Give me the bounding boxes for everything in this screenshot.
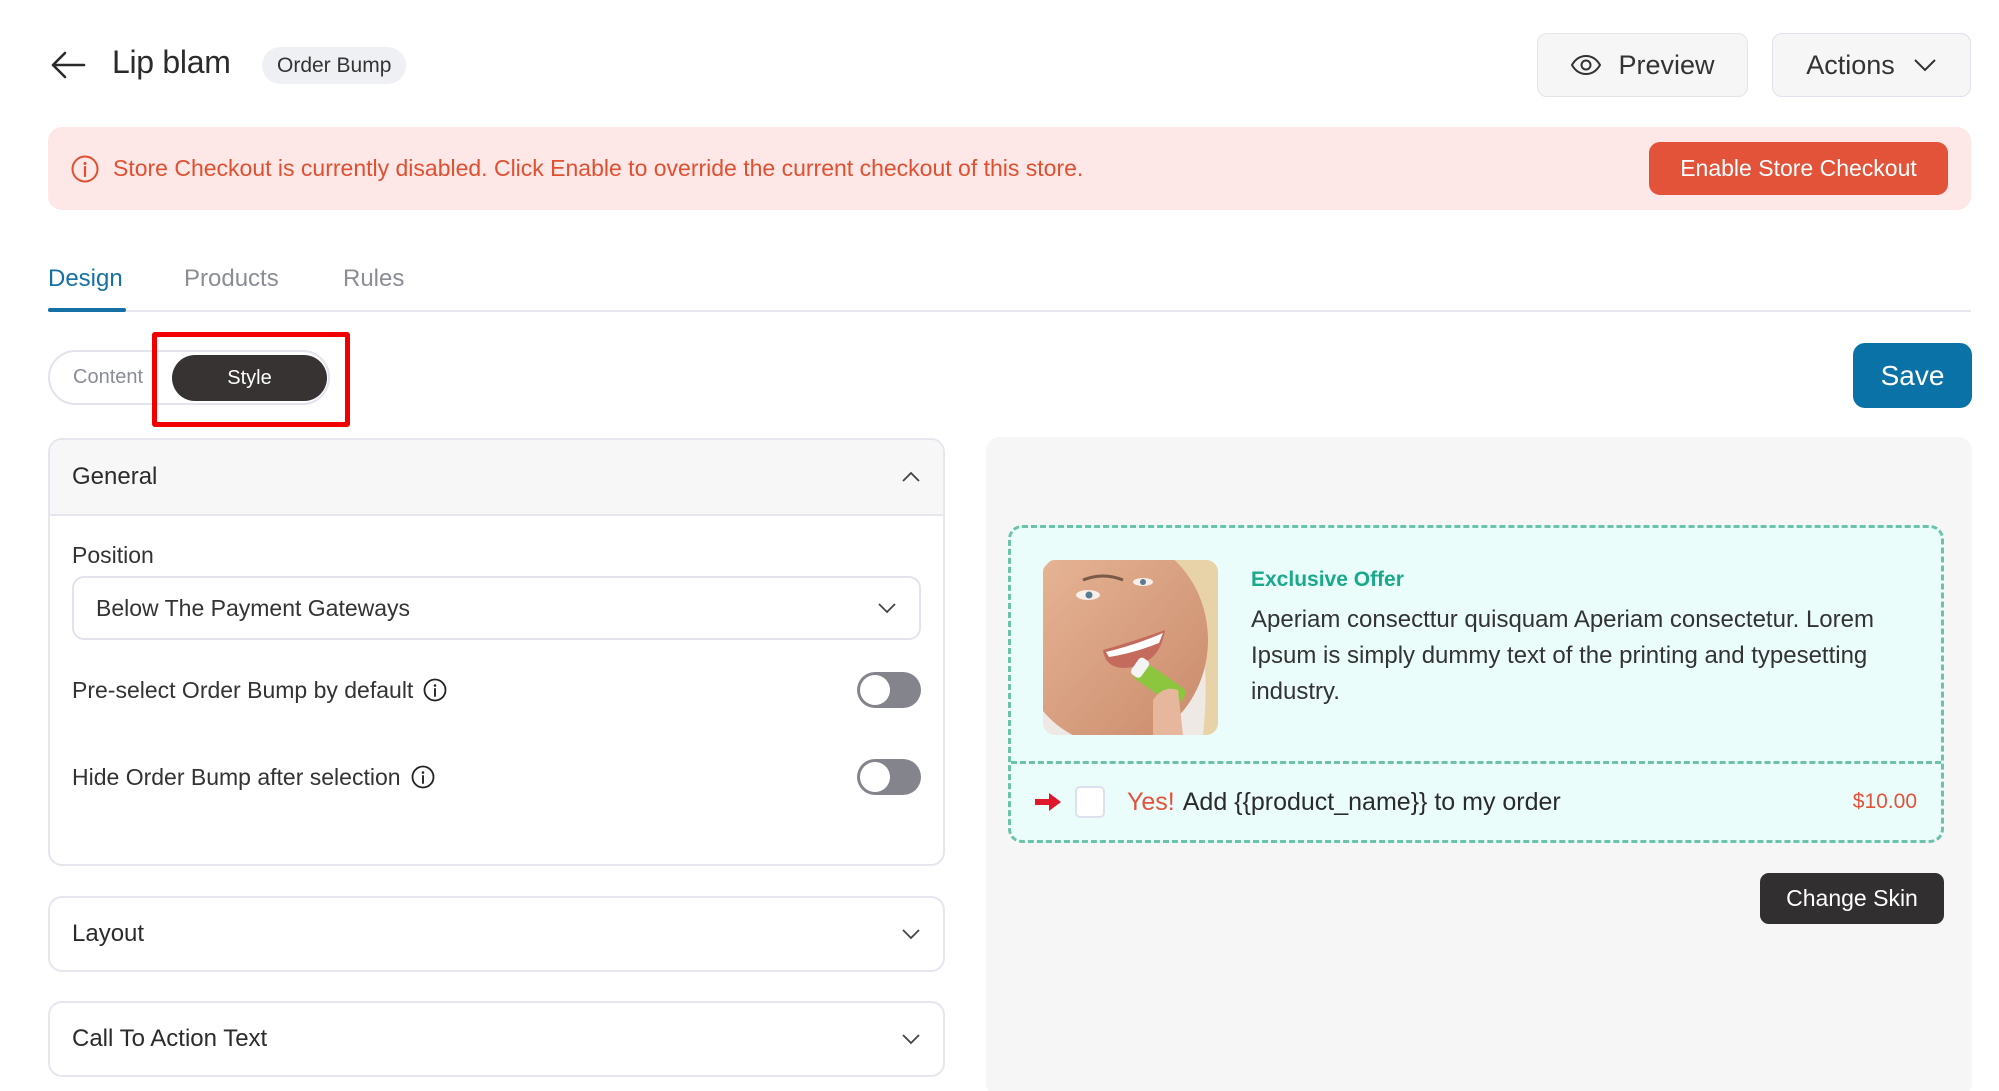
chevron-up-icon: [902, 471, 920, 482]
active-tab-indicator: [48, 308, 126, 312]
position-value: Below The Payment Gateways: [96, 594, 411, 621]
preselect-toggle[interactable]: [857, 672, 921, 708]
actions-dropdown[interactable]: Actions: [1772, 33, 1971, 97]
enable-store-checkout-button[interactable]: Enable Store Checkout: [1649, 142, 1948, 195]
offer-price: $10.00: [1852, 790, 1917, 813]
offer-title: Exclusive Offer: [1251, 568, 1404, 591]
segment-style[interactable]: Style: [172, 355, 327, 401]
preview-label: Preview: [1618, 49, 1715, 80]
actions-label: Actions: [1806, 49, 1895, 80]
preselect-label: Pre-select Order Bump by default: [72, 676, 414, 703]
layout-section: Layout: [48, 896, 945, 972]
content-style-switch: Content Style: [48, 350, 330, 405]
segment-content[interactable]: Content: [73, 366, 143, 389]
offer-divider: [1011, 761, 1941, 764]
offer-cta-row: Yes! Add {{product_name}} to my order $1…: [1035, 778, 1917, 826]
arrow-left-icon: [51, 51, 86, 79]
cta-text-section-title: Call To Action Text: [72, 1025, 268, 1052]
hide-after-selection-setting: Hide Order Bump after selection: [72, 759, 921, 795]
tab-rules[interactable]: Rules: [343, 265, 404, 293]
preselect-setting: Pre-select Order Bump by default: [72, 672, 921, 708]
product-image: [1043, 560, 1218, 735]
arrow-right-icon: [1035, 793, 1061, 811]
info-icon[interactable]: [411, 765, 435, 789]
tab-products[interactable]: Products: [184, 265, 279, 293]
chevron-down-icon: [902, 1034, 920, 1045]
general-section-title: General: [72, 463, 158, 490]
chevron-down-icon: [878, 603, 896, 614]
preview-button[interactable]: Preview: [1537, 33, 1748, 97]
cta-text: Add {{product_name}} to my order: [1182, 787, 1561, 816]
cta-yes: Yes!: [1127, 787, 1175, 816]
add-to-order-checkbox[interactable]: [1075, 786, 1105, 818]
checkout-disabled-alert: Store Checkout is currently disabled. Cl…: [48, 127, 1971, 210]
info-icon[interactable]: [423, 678, 447, 702]
order-bump-card: Exclusive Offer Aperiam consecttur quisq…: [1008, 525, 1944, 843]
general-section: General Position Below The Payment Gatew…: [48, 438, 945, 866]
hide-after-selection-label: Hide Order Bump after selection: [72, 763, 401, 790]
chevron-down-icon: [902, 929, 920, 940]
save-button[interactable]: Save: [1853, 343, 1972, 408]
position-label: Position: [72, 542, 154, 568]
alert-message: Store Checkout is currently disabled. Cl…: [113, 155, 1084, 181]
general-section-header[interactable]: General: [50, 440, 943, 516]
back-button[interactable]: [48, 45, 88, 85]
info-circle-icon: [71, 155, 99, 183]
layout-section-title: Layout: [72, 920, 145, 947]
page-title: Lip blam: [112, 44, 231, 80]
eye-icon: [1571, 54, 1602, 76]
order-bump-preview-panel: Exclusive Offer Aperiam consecttur quisq…: [986, 437, 1972, 1091]
offer-description: Aperiam consecttur quisquam Aperiam cons…: [1251, 606, 1874, 705]
hide-after-selection-toggle[interactable]: [857, 759, 921, 795]
position-select[interactable]: Below The Payment Gateways: [72, 576, 921, 640]
change-skin-button[interactable]: Change Skin: [1760, 873, 1944, 924]
chevron-down-icon: [1914, 59, 1936, 72]
tab-design[interactable]: Design: [48, 265, 123, 293]
tab-bar: Design Products Rules: [48, 262, 1971, 312]
cta-text-section-header[interactable]: Call To Action Text: [50, 1003, 943, 1075]
layout-section-header[interactable]: Layout: [50, 898, 943, 970]
type-badge: Order Bump: [262, 47, 407, 84]
cta-text-section: Call To Action Text: [48, 1001, 945, 1077]
